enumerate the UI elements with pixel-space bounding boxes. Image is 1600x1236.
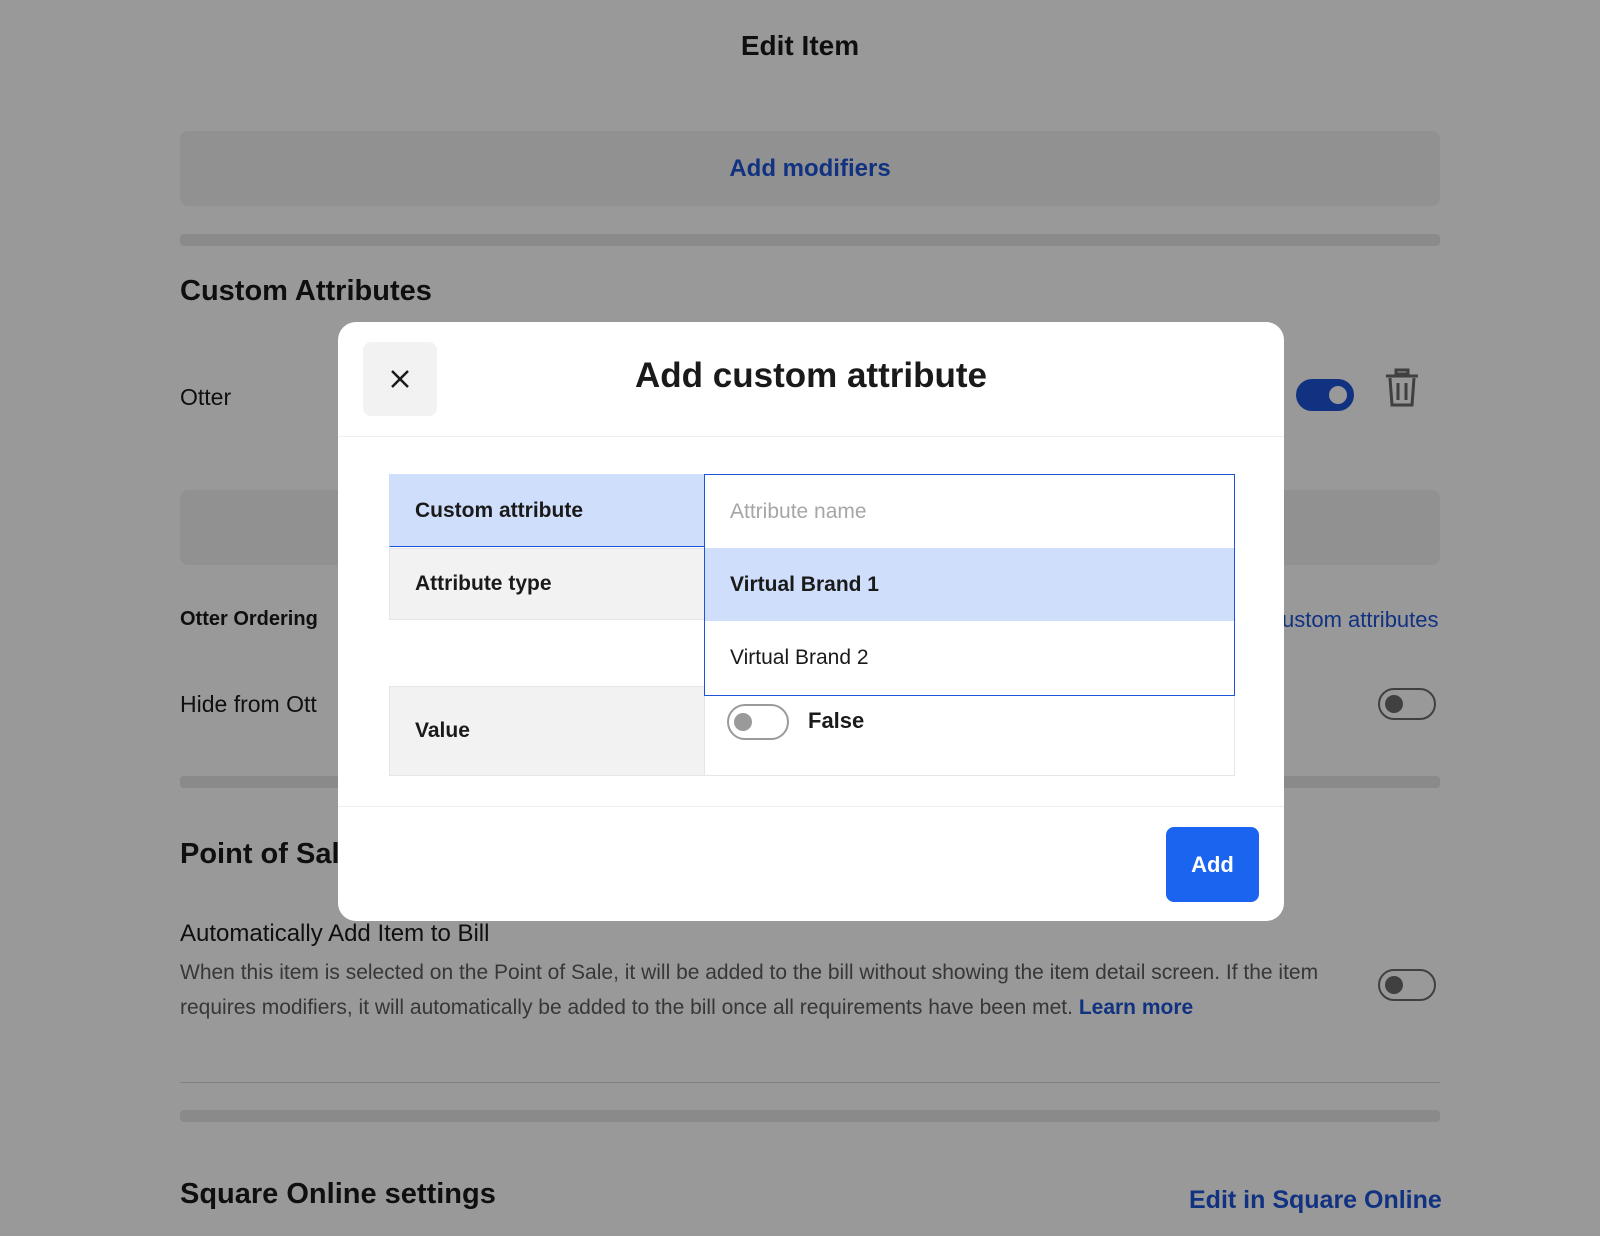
option-virtual-brand-2[interactable]: Virtual Brand 2	[705, 621, 1234, 694]
modal-footer-divider	[338, 806, 1284, 807]
add-custom-attribute-modal: Add custom attribute Custom attribute At…	[338, 322, 1284, 921]
value-label: Value	[389, 686, 705, 776]
value-cell: False	[704, 696, 1235, 776]
modal-title: Add custom attribute	[635, 356, 987, 395]
attribute-name-combobox[interactable]: Attribute name Virtual Brand 1 Virtual B…	[704, 474, 1235, 696]
value-text: False	[808, 708, 865, 733]
add-button[interactable]: Add	[1166, 827, 1259, 902]
modal-header: Add custom attribute	[338, 322, 1284, 437]
value-toggle[interactable]	[727, 704, 789, 740]
attribute-type-label: Attribute type	[389, 548, 705, 620]
custom-attribute-label: Custom attribute	[389, 474, 705, 547]
attribute-name-input[interactable]: Attribute name	[705, 475, 1234, 548]
option-virtual-brand-1[interactable]: Virtual Brand 1	[705, 548, 1234, 621]
